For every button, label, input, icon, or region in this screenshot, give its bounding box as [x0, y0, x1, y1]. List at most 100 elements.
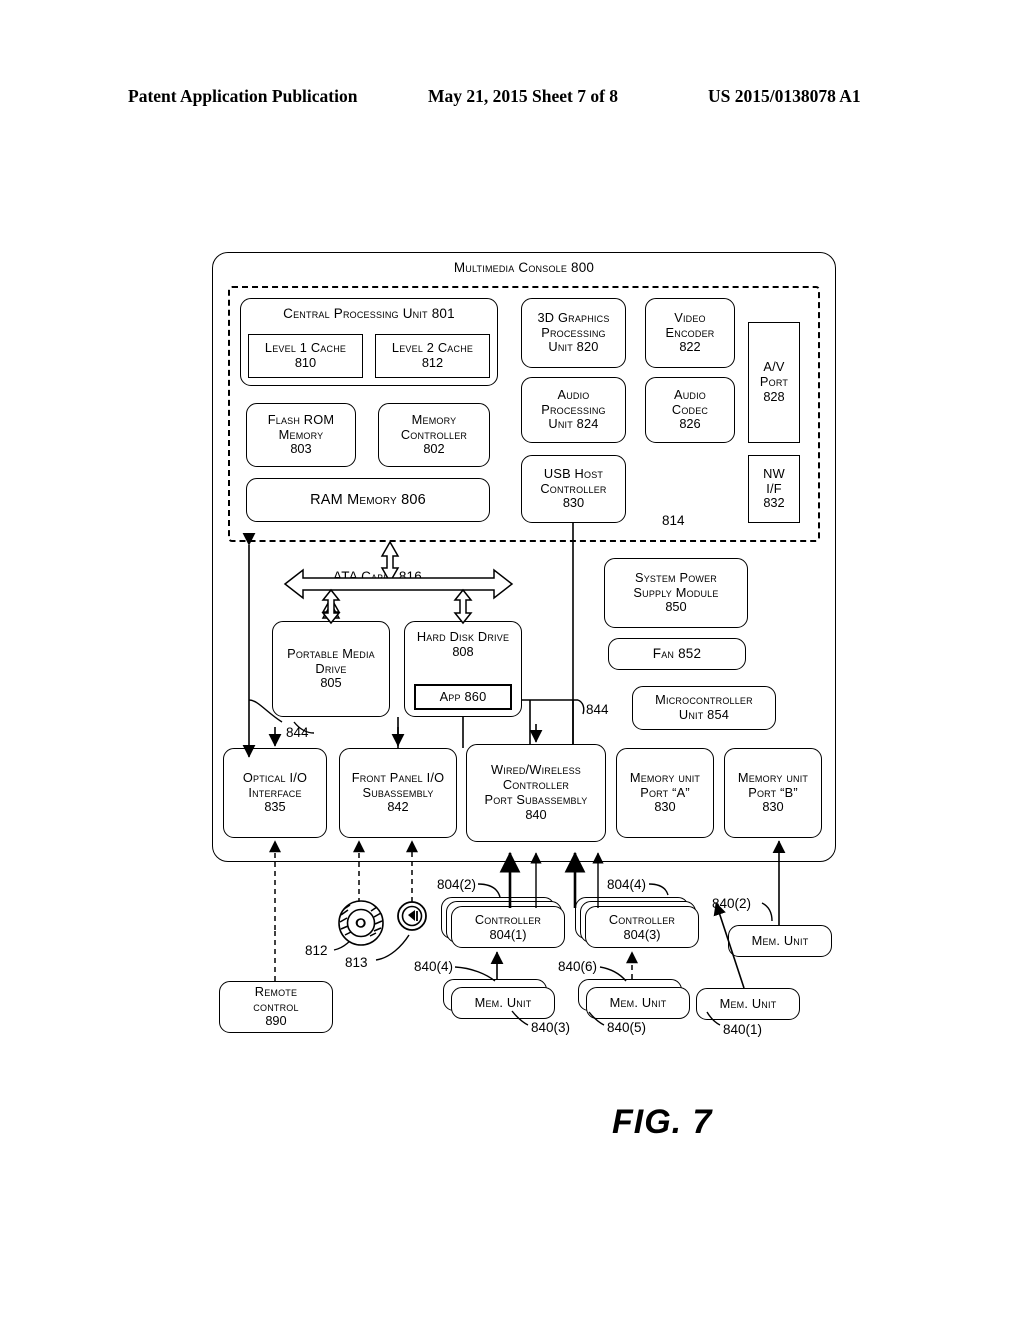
- leader-804-4: [648, 883, 669, 896]
- remote-control-number: 890: [265, 1013, 287, 1029]
- power-supply-line1: System Power: [634, 569, 718, 585]
- optical-io-number: 835: [264, 799, 286, 815]
- audio-codec-line2: Codec: [671, 401, 709, 417]
- figure-label: FIG. 7: [612, 1103, 713, 1141]
- controller-804-1-stack: Controller 804(1): [441, 897, 569, 949]
- controller-804-3-number: 804(3): [623, 927, 661, 942]
- callout-840-6: 840(6): [558, 959, 598, 974]
- system-power-supply-module-box: System Power Supply Module 850: [604, 558, 748, 628]
- level-1-cache-box: Level 1 Cache 810: [248, 334, 363, 378]
- callout-844-right: 844: [586, 702, 609, 717]
- ram-memory-box: RAM Memory 806: [246, 478, 490, 522]
- header-date-sheet: May 21, 2015 Sheet 7 of 8: [428, 86, 619, 106]
- front-panel-io-number: 842: [387, 799, 409, 815]
- wired-wireless-number: 840: [525, 806, 547, 822]
- app-box: App 860: [414, 684, 512, 710]
- memory-controller-box: Memory Controller 802: [378, 403, 490, 467]
- microcontroller-unit-box: Microcontroller Unit 854: [632, 686, 776, 730]
- av-port-line1: A/V: [763, 359, 785, 375]
- callout-804-2: 804(2): [437, 877, 477, 892]
- controller-804-3-stack: Controller 804(3): [575, 897, 703, 949]
- nw-if-box: NW I/F 832: [748, 455, 800, 523]
- level-2-cache-label: Level 2 Cache: [391, 340, 474, 356]
- av-port-box: A/V Port 828: [748, 322, 800, 443]
- callout-804-4: 804(4): [607, 877, 647, 892]
- audio-processing-line3: Unit 824: [548, 416, 599, 432]
- gpu-line3: Unit 820: [548, 339, 599, 355]
- ata-cable-label: ATA Cable 816: [333, 569, 422, 584]
- callout-812: 812: [305, 943, 328, 958]
- memory-unit-port-a-line2: Port “A”: [640, 784, 690, 800]
- audio-codec-box: Audio Codec 826: [645, 377, 735, 443]
- front-panel-io-subassembly-box: Front Panel I/O Subassembly 842: [339, 748, 457, 838]
- memory-unit-port-a-line1: Memory unit: [629, 769, 701, 785]
- page-header: Patent Application Publication May 21, 2…: [0, 86, 1024, 112]
- leader-804-2: [477, 883, 501, 898]
- portable-media-drive-number: 805: [320, 675, 342, 691]
- ram-memory-label: RAM Memory 806: [310, 491, 426, 508]
- video-encoder-line2: Encoder: [665, 324, 715, 340]
- patent-figure-page: Patent Application Publication May 21, 2…: [0, 0, 1024, 1320]
- callout-840-4: 840(4): [414, 959, 454, 974]
- av-port-number: 828: [763, 388, 785, 404]
- portable-media-drive-line1: Portable Media: [287, 645, 375, 661]
- memory-unit-port-a-number: 830: [654, 799, 676, 815]
- power-supply-number: 850: [665, 599, 687, 615]
- mem-unit-840-2-box: Mem. Unit: [728, 925, 832, 957]
- hard-disk-drive-line1: Hard Disk Drive: [416, 629, 510, 644]
- audio-codec-number: 826: [679, 416, 701, 432]
- app-label: App 860: [439, 688, 487, 704]
- controller-804-1-box: Controller 804(1): [451, 906, 565, 948]
- memory-unit-port-b-line2: Port “B”: [748, 784, 798, 800]
- wired-wireless-controller-port-subassembly-box: Wired/Wireless Controller Port Subassemb…: [466, 744, 606, 842]
- mem-unit-840-1-label: Mem. Unit: [719, 995, 777, 1011]
- memory-controller-number: 802: [423, 441, 445, 457]
- level-1-cache-label: Level 1 Cache: [264, 340, 347, 356]
- flash-rom-number: 803: [290, 441, 312, 457]
- callout-813: 813: [345, 955, 368, 970]
- controller-804-3-label: Controller: [608, 911, 676, 927]
- level-2-cache-box: Level 2 Cache 812: [375, 334, 490, 378]
- memory-controller-line1: Memory: [411, 411, 457, 427]
- mem-unit-840-3-stack: Mem. Unit: [443, 979, 567, 1023]
- gpu-line1: 3D Graphics: [537, 309, 610, 325]
- flash-rom-line2: Memory: [278, 426, 324, 442]
- front-panel-io-line1: Front Panel I/O: [351, 769, 445, 785]
- optical-io-line2: Interface: [248, 784, 302, 800]
- level-1-cache-number: 810: [294, 355, 317, 370]
- nw-if-number: 832: [763, 495, 785, 511]
- console-title: Multimedia Console 800: [453, 260, 595, 275]
- nw-if-line2: I/F: [766, 480, 782, 496]
- gpu-box: 3D Graphics Processing Unit 820: [521, 298, 626, 368]
- optical-io-interface-box: Optical I/O Interface 835: [223, 748, 327, 838]
- memory-unit-port-b-number: 830: [762, 799, 784, 815]
- usb-host-line2: Controller: [540, 480, 607, 496]
- audio-processing-unit-box: Audio Processing Unit 824: [521, 377, 626, 443]
- leader-812: [333, 932, 357, 951]
- mem-unit-840-1-box: Mem. Unit: [696, 988, 800, 1020]
- memory-unit-port-b-line1: Memory unit: [737, 769, 809, 785]
- portable-media-drive-line2: Drive: [315, 660, 347, 676]
- hard-disk-drive-number: 808: [452, 643, 474, 659]
- header-publication: Patent Application Publication: [128, 86, 358, 106]
- power-button-icon: [397, 901, 427, 931]
- callout-840-5: 840(5): [607, 1020, 647, 1035]
- callout-840-2: 840(2): [712, 896, 752, 911]
- fan-box: Fan 852: [608, 638, 746, 670]
- bus-callout-814: 814: [662, 513, 685, 528]
- av-port-line2: Port: [759, 374, 789, 390]
- wired-wireless-line1: Wired/Wireless: [490, 762, 582, 778]
- controller-804-1-number: 804(1): [489, 927, 527, 942]
- media-disc-icon: [338, 900, 384, 946]
- level-2-cache-number: 812: [421, 355, 444, 370]
- power-supply-line2: Supply Module: [633, 584, 719, 600]
- audio-processing-line2: Processing: [541, 401, 606, 417]
- flash-rom-line1: Flash ROM: [267, 411, 335, 427]
- memory-unit-port-a-box: Memory unit Port “A” 830: [616, 748, 714, 838]
- mem-unit-840-3-box: Mem. Unit: [451, 987, 555, 1019]
- mem-unit-840-5-stack: Mem. Unit: [578, 979, 702, 1023]
- microcontroller-line1: Microcontroller: [655, 692, 753, 708]
- leader-840-2: [761, 902, 773, 922]
- wired-wireless-line2: Controller: [502, 777, 570, 793]
- remote-control-box: Remote control 890: [219, 981, 333, 1033]
